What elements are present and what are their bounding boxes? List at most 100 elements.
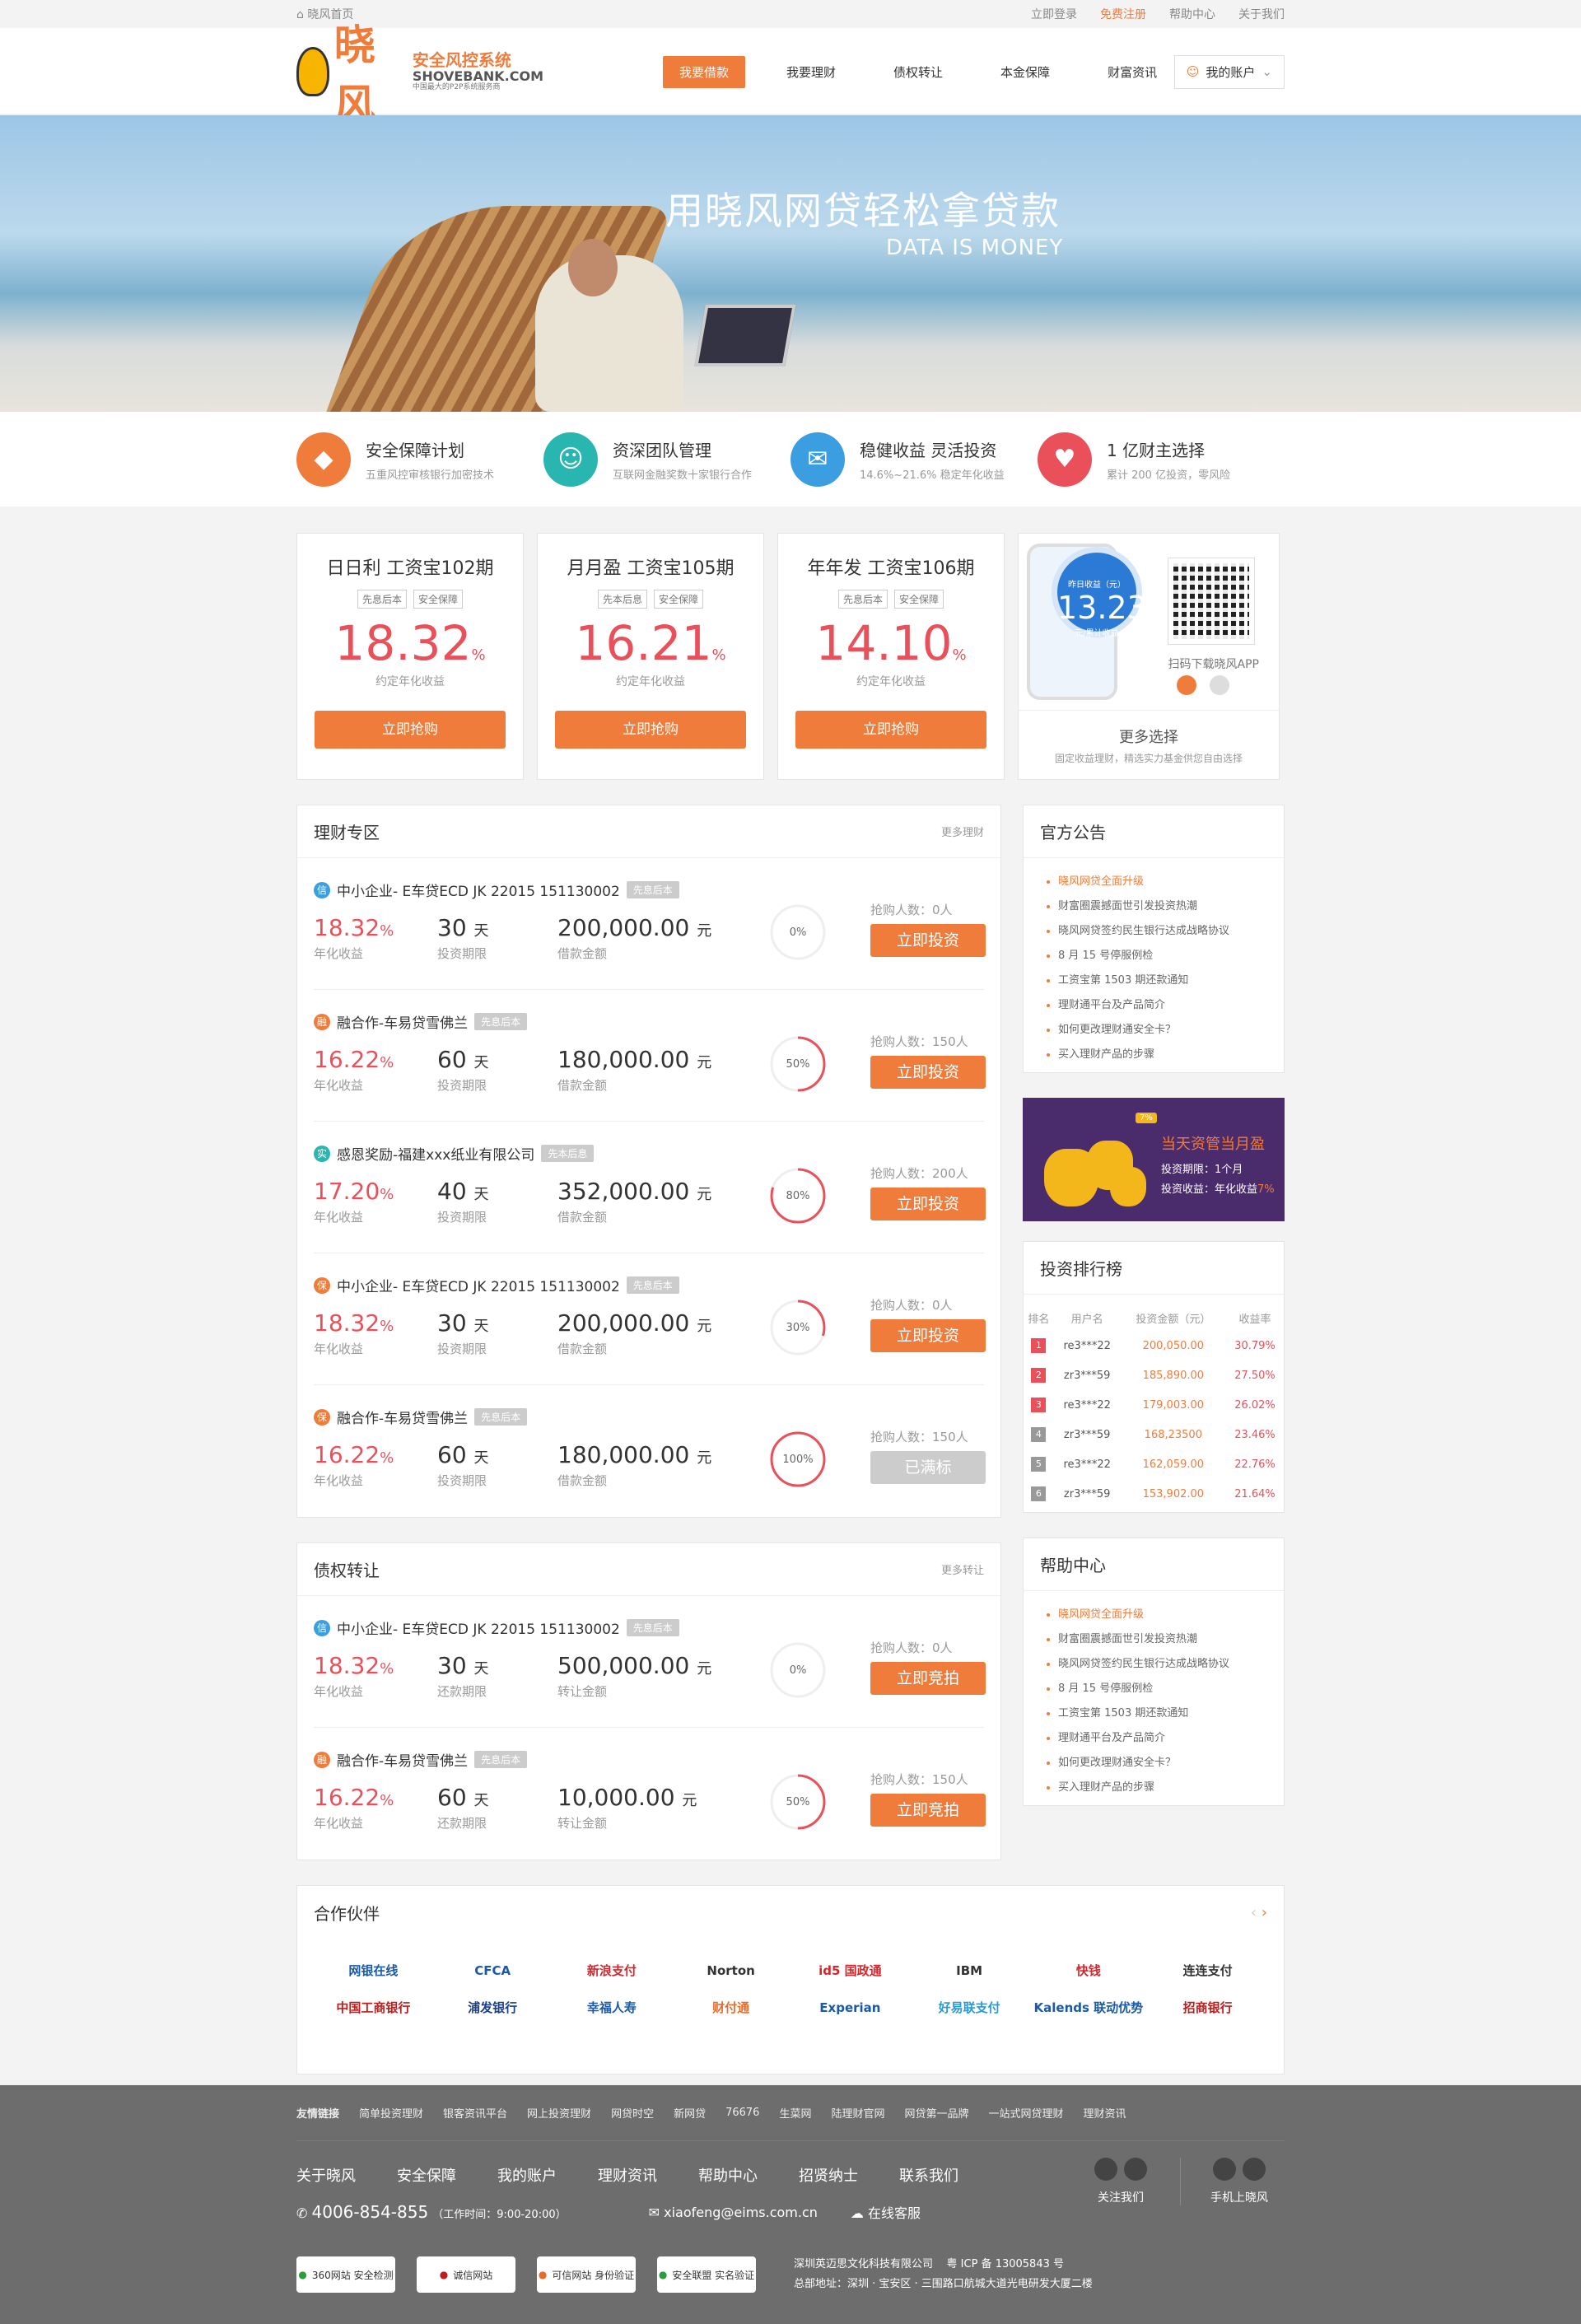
partner-logo[interactable]: 招商银行 [1148,1999,1267,2016]
friend-link[interactable]: 一站式网贷理财 [989,2105,1064,2121]
partner-logo[interactable]: 幸福人寿 [553,1999,672,2016]
partner-logo[interactable]: 财付通 [671,1999,790,2016]
news-item[interactable]: 理财通平台及产品简介 [1043,1726,1264,1751]
invest-button[interactable]: 立即竞拍 [870,1662,986,1695]
partner-logo[interactable]: 中国工商银行 [314,1999,433,2016]
badge-360[interactable]: ● 360网站 安全检测 [296,2256,395,2293]
friend-link[interactable]: 银客资讯平台 [443,2105,507,2121]
nav-invest[interactable]: 我要理财 [770,56,852,88]
more-options-title[interactable]: 更多选择 [1019,726,1279,747]
loan-item[interactable]: 保融合作-车易贷雪佛兰 先息后本 16.22% 年化收益 60 天投资期限 180,000… [314,1385,986,1517]
invest-button[interactable]: 立即投资 [870,924,986,957]
friend-link[interactable]: 网上投资理财 [527,2105,591,2121]
android-icon[interactable] [1243,2158,1266,2181]
loan-item[interactable]: 融融合作-车易贷雪佛兰 先息后本 16.22% 年化收益 60 天投资期限 180,000… [314,990,986,1122]
buy-button[interactable]: 立即抢购 [795,711,986,749]
news-item[interactable]: 如何更改理财通安全卡？ [1043,1751,1264,1776]
friend-link[interactable]: 简单投资理财 [359,2105,423,2121]
friend-link[interactable]: 新网贷 [674,2105,706,2121]
news-item[interactable]: 晓风网贷签约民生银行达成战略协议 [1043,919,1264,944]
weibo-icon[interactable] [1094,2158,1117,2181]
invest-button[interactable]: 立即投资 [870,1056,986,1089]
weibo-icon[interactable] [1210,675,1229,695]
account-dropdown[interactable]: ☺ 我的账户 ⌄ [1173,54,1285,89]
footer-nav-item[interactable]: 安全保障 [397,2164,456,2186]
friend-link[interactable]: 网贷时空 [611,2105,654,2121]
partners-carousel-arrows[interactable]: ‹ › [1251,1904,1267,1921]
badge-credit[interactable]: ● 诚信网站 [417,2256,515,2293]
loan-item[interactable]: 信中小企业- E车贷ECD JK 22015 151130002 先息后本 18.3… [314,1596,986,1728]
partner-logo[interactable]: 连连支付 [1148,1962,1267,1979]
footer-email[interactable]: xiaofeng@eims.com.cn [664,2205,818,2220]
friend-link[interactable]: 76676 [725,2107,759,2119]
buy-button[interactable]: 立即抢购 [555,711,746,749]
taobao-icon[interactable] [1177,675,1196,695]
news-item[interactable]: 财富圈震撼面世引发投资热潮 [1043,894,1264,919]
footer-nav-item[interactable]: 关于晓风 [296,2164,356,2186]
news-item[interactable]: 工资宝第 1503 期还款通知 [1043,968,1264,993]
friend-link[interactable]: 网贷第一品牌 [904,2105,968,2121]
invest-button[interactable]: 立即投资 [870,1188,986,1220]
news-item[interactable]: 8 月 15 号停服例检 [1043,1677,1264,1701]
footer-nav-item[interactable]: 招贤纳士 [799,2164,858,2186]
loan-title[interactable]: 感恩奖励-福建xxx纸业有限公司 [337,1143,534,1164]
news-item[interactable]: 财富圈震撼面世引发投资热潮 [1043,1627,1264,1652]
friend-link[interactable]: 生菜网 [779,2105,811,2121]
footer-nav-item[interactable]: 我的账户 [497,2164,557,2186]
friend-link[interactable]: 理财资讯 [1084,2105,1126,2121]
news-item[interactable]: 如何更改理财通安全卡？ [1043,1018,1264,1043]
partner-logo[interactable]: 网银在线 [314,1962,433,1979]
invest-button[interactable]: 立即竞拍 [870,1794,986,1827]
buy-button[interactable]: 立即抢购 [315,711,506,749]
partner-logo[interactable]: id5 国政通 [790,1962,910,1979]
promo-ad[interactable]: 7% 当天资管当月盈 投资期限：1个月 投资收益：年化收益7% [1023,1098,1285,1221]
about-link[interactable]: 关于我们 [1238,6,1285,22]
news-item[interactable]: 晓风网贷全面升级 [1043,870,1264,894]
news-item[interactable]: 理财通平台及产品简介 [1043,993,1264,1018]
invest-button[interactable]: 立即投资 [870,1319,986,1352]
news-item[interactable]: 工资宝第 1503 期还款通知 [1043,1701,1264,1726]
footer-nav-item[interactable]: 理财资讯 [598,2164,657,2186]
wechat-icon[interactable] [1124,2158,1147,2181]
partner-logo[interactable]: 快钱 [1029,1962,1149,1979]
login-link[interactable]: 立即登录 [1031,6,1077,22]
nav-guarantee[interactable]: 本金保障 [984,56,1066,88]
loan-item[interactable]: 实感恩奖励-福建xxx纸业有限公司 先本后息 17.20% 年化收益 40 天投资期限 3… [314,1122,986,1253]
news-item[interactable]: 8 月 15 号停服例检 [1043,944,1264,968]
partner-logo[interactable]: 新浪支付 [553,1962,672,1979]
licai-more-link[interactable]: 更多理财 [941,824,984,839]
zhaiquan-more-link[interactable]: 更多转让 [941,1561,984,1577]
footer-nav-item[interactable]: 帮助中心 [698,2164,758,2186]
logo[interactable]: 晓风 安全风控系统 SHOVEBANK.COM 中国最大的P2P系统服务商 [296,12,543,131]
news-item[interactable]: 买入理财产品的步骤 [1043,1043,1264,1067]
loan-item[interactable]: 信中小企业- E车贷ECD JK 22015 151130002 先息后本 18.3… [314,858,986,990]
nav-transfer[interactable]: 债权转让 [877,56,959,88]
partner-logo[interactable]: 浦发银行 [433,1999,553,2016]
apple-icon[interactable] [1213,2158,1236,2181]
loan-title[interactable]: 融合作-车易贷雪佛兰 [337,1749,468,1770]
help-link[interactable]: 帮助中心 [1169,6,1215,22]
loan-item[interactable]: 保中小企业- E车贷ECD JK 22015 151130002 先息后本 18.3… [314,1253,986,1385]
loan-title[interactable]: 融合作-车易贷雪佛兰 [337,1011,468,1032]
partner-logo[interactable]: Kalends 联动优势 [1029,1999,1149,2016]
footer-online-service[interactable]: 在线客服 [868,2205,921,2221]
badge-security[interactable]: ● 安全联盟 实名验证 [657,2256,756,2293]
news-item[interactable]: 晓风网贷全面升级 [1043,1603,1264,1627]
footer-nav-item[interactable]: 联系我们 [899,2164,958,2186]
register-link[interactable]: 免费注册 [1100,6,1146,22]
partner-logo[interactable]: IBM [910,1963,1029,1978]
loan-title[interactable]: 中小企业- E车贷ECD JK 22015 151130002 [337,1617,620,1638]
friend-link[interactable]: 陆理财官网 [831,2105,884,2121]
loan-title[interactable]: 中小企业- E车贷ECD JK 22015 151130002 [337,880,620,900]
partner-logo[interactable]: Norton [671,1963,790,1978]
chevron-left-icon[interactable]: ‹ [1251,1904,1257,1921]
nav-borrow[interactable]: 我要借款 [663,55,746,88]
loan-title[interactable]: 融合作-车易贷雪佛兰 [337,1407,468,1427]
loan-item[interactable]: 融融合作-车易贷雪佛兰 先息后本 16.22% 年化收益 60 天还款期限 10,000.… [314,1728,986,1860]
partner-logo[interactable]: 好易联支付 [910,1999,1029,2016]
chevron-right-icon[interactable]: › [1262,1904,1267,1921]
partner-logo[interactable]: Experian [790,2000,910,2015]
news-item[interactable]: 晓风网贷签约民生银行达成战略协议 [1043,1652,1264,1677]
hero-banner[interactable]: 用晓风网贷轻松拿贷款 DATA IS MONEY [0,115,1581,412]
nav-news[interactable]: 财富资讯 [1091,56,1173,88]
